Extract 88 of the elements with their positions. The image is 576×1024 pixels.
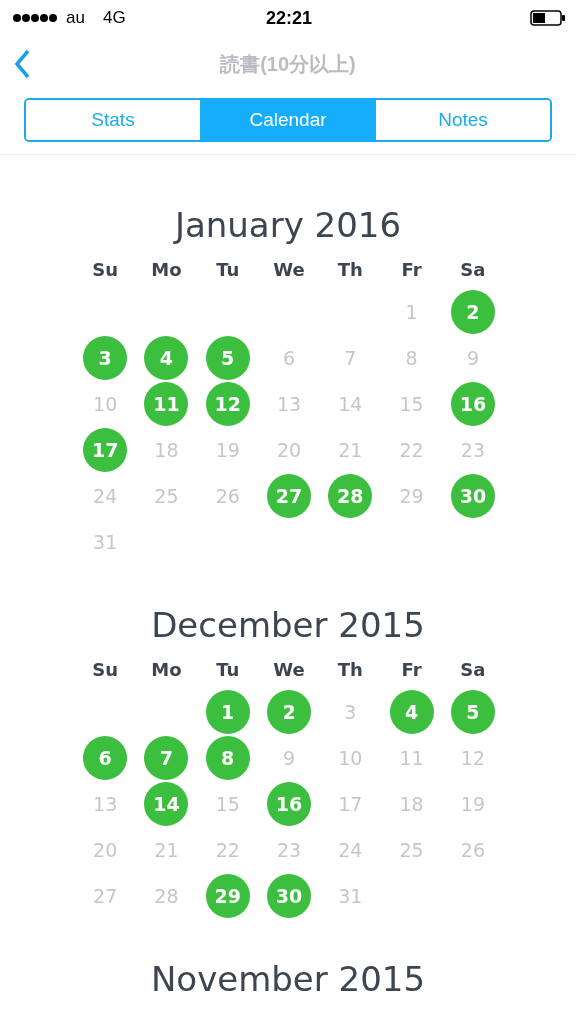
calendar-day: 18 [144,428,189,472]
calendar-day: 10 [83,382,128,426]
completed-day: 30 [450,474,495,518]
calendar-day: 26 [450,828,495,872]
weekday-label: Th [337,259,363,282]
weekday-label: We [273,659,305,682]
weekday-label: We [273,259,305,282]
completed-day: 1 [205,690,250,734]
weekday-label: Su [92,659,119,682]
calendar-day: 26 [205,474,250,518]
calendar-day: 19 [205,428,250,472]
calendar-day: 24 [83,474,128,518]
completed-day: 4 [389,690,434,734]
completed-day: 17 [83,428,128,472]
completed-day: 29 [205,874,250,918]
completed-day: 14 [144,782,189,826]
calendar-day: 23 [450,428,495,472]
carrier-label: au [66,8,85,28]
calendar-day: 13 [83,782,128,826]
calendar-day: 19 [450,782,495,826]
weekday-label: Fr [401,259,422,282]
calendar-day: 23 [267,828,312,872]
completed-day: 5 [205,336,250,380]
weekday-label: Mo [151,659,182,682]
tab[interactable]: Notes [375,100,550,140]
completed-day: 27 [267,474,312,518]
calendar-day: 20 [83,828,128,872]
calendar-day: 21 [144,828,189,872]
completed-day: 30 [267,874,312,918]
calendar-day: 3 [328,690,373,734]
calendar-day: 14 [328,382,373,426]
completed-day: 3 [83,336,128,380]
calendar-day: 6 [267,336,312,380]
network-label: 4G [102,8,126,28]
calendar-day: 25 [144,474,189,518]
completed-day: 2 [267,690,312,734]
weekday-label: Sa [460,659,486,682]
completed-day: 2 [450,290,495,334]
calendar-day: 31 [328,874,373,918]
calendar-day: 11 [389,736,434,780]
calendar-day: 28 [144,874,189,918]
battery-icon [530,10,566,26]
weekday-label: Tu [216,259,240,282]
calendar-day: 12 [450,736,495,780]
completed-day: 11 [144,382,189,426]
calendar-day: 15 [205,782,250,826]
completed-day: 16 [267,782,312,826]
calendar-day: 8 [389,336,434,380]
calendar-day: 29 [389,474,434,518]
calendar-day: 18 [389,782,434,826]
calendar-day: 24 [328,828,373,872]
month-title: November 2015 [150,959,426,999]
calendar-day: 9 [267,736,312,780]
completed-day: 16 [450,382,495,426]
calendar-day: 21 [328,428,373,472]
back-icon[interactable] [14,49,30,79]
calendar-day: 15 [389,382,434,426]
calendar-day: 25 [389,828,434,872]
completed-day: 6 [83,736,128,780]
calendar-day: 22 [389,428,434,472]
completed-day: 5 [450,690,495,734]
completed-day: 8 [205,736,250,780]
calendar-day: 17 [328,782,373,826]
tab[interactable]: Calendar [200,100,375,140]
weekday-label: Tu [216,659,240,682]
completed-day: 7 [144,736,189,780]
weekday-label: Mo [151,259,182,282]
calendar-day: 27 [83,874,128,918]
calendar-day: 9 [450,336,495,380]
completed-day: 12 [205,382,250,426]
completed-day: 4 [144,336,189,380]
completed-day: 28 [328,474,373,518]
calendar-day: 20 [267,428,312,472]
month-title: January 2016 [174,205,402,245]
screen-title: 読書(10分以上) [220,51,356,77]
month-title: December 2015 [151,605,425,645]
calendar-day: 13 [267,382,312,426]
calendar-day: 7 [328,336,373,380]
weekday-label: Sa [460,259,486,282]
calendar-day: 1 [389,290,434,334]
signal-icon [12,13,58,23]
weekday-label: Fr [401,659,422,682]
calendar-day: 22 [205,828,250,872]
weekday-label: Th [337,659,363,682]
weekday-label: Su [92,259,119,282]
calendar-day: 31 [83,520,128,564]
status-time: 22:21 [265,7,314,29]
calendar-day: 10 [328,736,373,780]
